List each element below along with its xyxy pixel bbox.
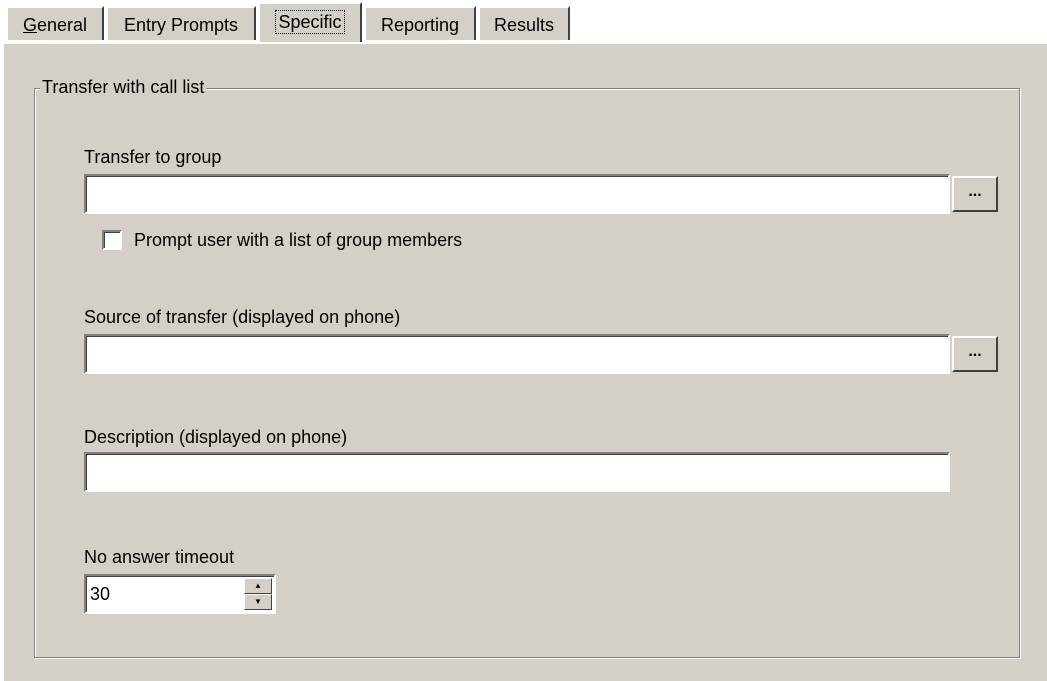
tab-results-label: Results	[493, 15, 555, 35]
tab-entry-prompts-label: Entry Prompts	[123, 15, 239, 35]
description-input[interactable]	[84, 452, 950, 492]
no-answer-timeout-spinner[interactable]: 30 ▲ ▼	[84, 574, 276, 614]
tab-general[interactable]: General	[6, 6, 104, 40]
transfer-to-group-browse-button[interactable]: ...	[952, 176, 998, 212]
spin-buttons: ▲ ▼	[244, 578, 272, 610]
transfer-to-group-label: Transfer to group	[84, 147, 222, 167]
group-box-title: Transfer with call list	[40, 76, 207, 98]
tab-reporting[interactable]: Reporting	[364, 6, 476, 40]
tab-specific[interactable]: Specific	[258, 2, 362, 42]
spin-down-icon[interactable]: ▼	[244, 594, 272, 610]
source-of-transfer-browse-button[interactable]: ...	[952, 336, 998, 372]
prompt-group-members-label: Prompt user with a list of group members	[134, 230, 463, 250]
source-of-transfer-input[interactable]	[84, 334, 950, 374]
no-answer-timeout-label: No answer timeout	[84, 547, 235, 567]
spin-up-icon[interactable]: ▲	[244, 578, 272, 594]
no-answer-timeout-value[interactable]: 30	[90, 582, 110, 606]
description-label: Description (displayed on phone)	[84, 427, 348, 447]
tab-specific-label: Specific	[275, 10, 345, 34]
source-of-transfer-label: Source of transfer (displayed on phone)	[84, 307, 401, 327]
tab-strip: General Entry Prompts Specific Reporting…	[0, 0, 1047, 44]
tab-entry-prompts[interactable]: Entry Prompts	[106, 6, 256, 40]
tab-results[interactable]: Results	[478, 6, 570, 40]
transfer-to-group-input[interactable]	[84, 174, 950, 214]
prompt-group-members-checkbox[interactable]	[102, 230, 122, 250]
tab-reporting-label: Reporting	[380, 15, 460, 35]
tab-general-label: General	[22, 15, 88, 35]
dialog-root: General Entry Prompts Specific Reporting…	[0, 0, 1047, 681]
